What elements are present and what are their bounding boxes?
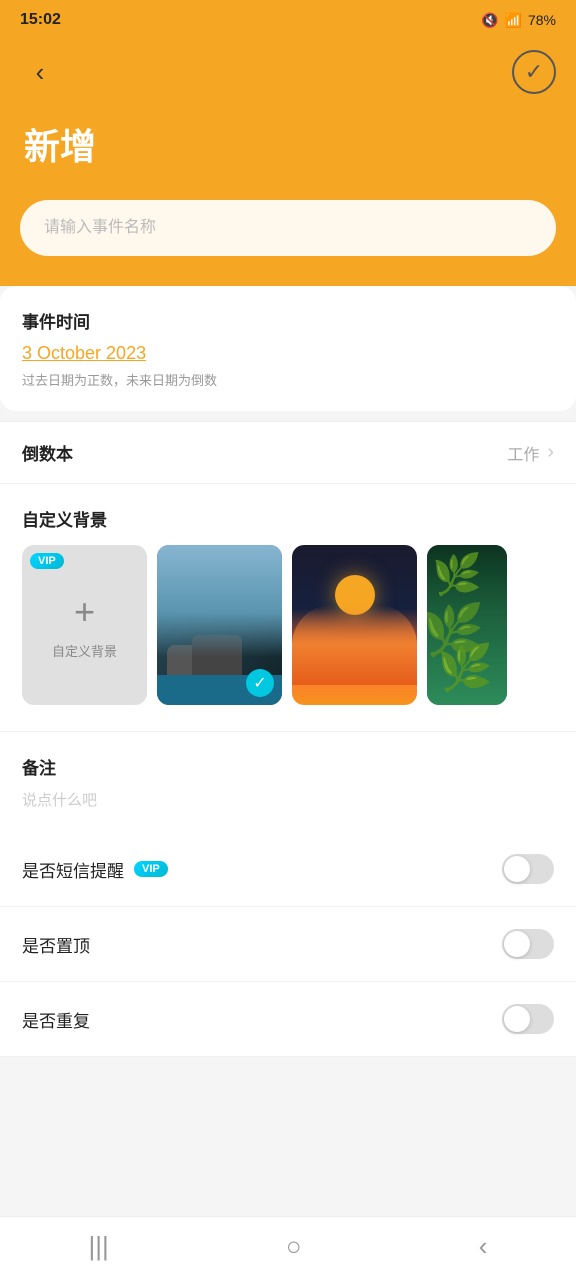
background-grid: VIP + 自定义背景 ✓ (22, 545, 554, 705)
countdown-label: 倒数本 (22, 440, 73, 465)
toggles-container: 是否短信提醒 VIP 是否置顶 是否重复 (0, 832, 576, 1057)
pin-top-toggle-row: 是否置顶 (0, 907, 576, 982)
event-name-section (0, 200, 576, 286)
event-name-input[interactable] (20, 200, 556, 256)
sms-vip-badge: VIP (134, 861, 168, 877)
sms-reminder-label: 是否短信提醒 (22, 857, 124, 882)
time-section-card: 事件时间 3 October 2023 过去日期为正数，未来日期为倒数 (0, 286, 576, 411)
page-title: 新增 (24, 118, 552, 170)
countdown-row[interactable]: 倒数本 工作 › (0, 421, 576, 483)
sms-reminder-toggle-row: 是否短信提醒 VIP (0, 832, 576, 907)
background-item-1[interactable]: ✓ (157, 545, 282, 705)
bottom-nav: ||| ○ ‹ (0, 1216, 576, 1280)
custom-background-label: 自定义背景 (52, 641, 117, 660)
vip-badge: VIP (30, 553, 64, 569)
repeat-label-wrap: 是否重复 (22, 1007, 90, 1032)
repeat-label: 是否重复 (22, 1007, 90, 1032)
countdown-value: 工作 (507, 441, 539, 465)
date-hint: 过去日期为正数，未来日期为倒数 (22, 370, 554, 389)
time-section-label: 事件时间 (22, 308, 554, 333)
notes-label: 备注 (22, 754, 554, 779)
page-title-section: 新增 (0, 108, 576, 200)
background-item-3[interactable]: 🌿 🌿 🌿 (427, 545, 507, 705)
date-picker[interactable]: 3 October 2023 (22, 343, 554, 364)
back-button[interactable]: ‹ (20, 52, 60, 92)
custom-background-item[interactable]: VIP + 自定义背景 (22, 545, 147, 705)
status-time: 15:02 (20, 11, 61, 29)
confirm-button[interactable]: ✓ (512, 50, 556, 94)
chevron-right-icon: › (547, 441, 554, 464)
sms-reminder-toggle[interactable] (502, 854, 554, 884)
toggle-knob-2 (504, 931, 530, 957)
pin-top-toggle[interactable] (502, 929, 554, 959)
countdown-right: 工作 › (507, 441, 554, 465)
battery-indicator: 78% (528, 12, 556, 28)
status-icons: 🔇 📶 78% (481, 12, 556, 29)
toggle-knob-3 (504, 1006, 530, 1032)
selected-check: ✓ (246, 669, 274, 697)
back-icon: ‹ (36, 59, 45, 85)
background-section: 自定义背景 VIP + 自定义背景 ✓ (0, 483, 576, 731)
add-background-icon: + (74, 591, 95, 633)
sms-label-wrap: 是否短信提醒 VIP (22, 857, 168, 882)
header: ‹ ✓ (0, 40, 576, 108)
notes-section: 备注 说点什么吧 (0, 731, 576, 832)
repeat-toggle-row: 是否重复 (0, 982, 576, 1057)
wifi-icon: 📶 (505, 12, 522, 29)
background-label: 自定义背景 (22, 506, 554, 531)
pin-top-label: 是否置顶 (22, 932, 90, 957)
menu-icon[interactable]: ||| (89, 1231, 109, 1262)
background-item-2[interactable] (292, 545, 417, 705)
notes-placeholder: 说点什么吧 (22, 789, 554, 810)
status-bar: 15:02 🔇 📶 78% (0, 0, 576, 40)
mute-icon: 🔇 (481, 12, 498, 29)
pin-label-wrap: 是否置顶 (22, 932, 90, 957)
confirm-icon: ✓ (525, 59, 543, 85)
toggle-knob (504, 856, 530, 882)
repeat-toggle[interactable] (502, 1004, 554, 1034)
back-nav-icon[interactable]: ‹ (479, 1231, 488, 1262)
home-icon[interactable]: ○ (286, 1231, 302, 1262)
